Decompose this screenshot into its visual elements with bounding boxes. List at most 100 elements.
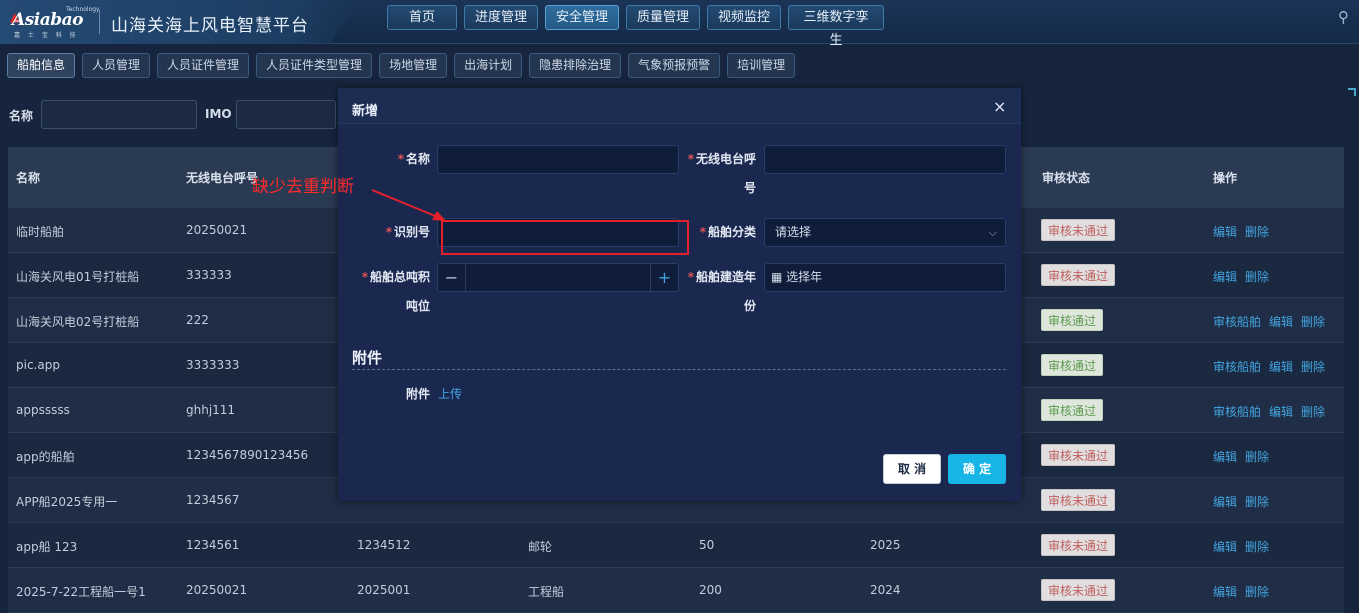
year-placeholder: 选择年 bbox=[786, 270, 823, 284]
plus-icon[interactable]: + bbox=[650, 264, 678, 291]
row-action-link[interactable]: 审核船舶 bbox=[1213, 403, 1261, 420]
app-title: 山海关海上风电智慧平台 bbox=[111, 16, 309, 36]
logo-brand-text: Asiabao bbox=[12, 10, 83, 30]
subnav-certificate-types[interactable]: 人员证件类型管理 bbox=[256, 53, 373, 78]
table-cell: 山海关风电02号打桩船 bbox=[16, 315, 140, 329]
subnav-sites[interactable]: 场地管理 bbox=[379, 53, 448, 78]
row-action-link[interactable]: 删除 bbox=[1245, 223, 1269, 240]
logo-sub-text: 嘉 士 宝 科 技 bbox=[14, 32, 79, 39]
row-action-link[interactable]: 编辑 bbox=[1213, 493, 1237, 510]
subnav-certificates[interactable]: 人员证件管理 bbox=[157, 53, 250, 78]
logo-divider bbox=[99, 10, 100, 34]
year-label: * 船舶建造年 bbox=[687, 270, 756, 284]
table-cell: 2024 bbox=[870, 583, 901, 597]
table-cell: 3333333 bbox=[186, 358, 240, 372]
name-label: * 名称 bbox=[397, 152, 430, 166]
nav-progress[interactable]: 进度管理 bbox=[464, 5, 538, 30]
search-imo-input[interactable] bbox=[236, 100, 336, 129]
row-actions: 编辑 删除 bbox=[1213, 268, 1269, 285]
row-action-link[interactable]: 编辑 bbox=[1269, 358, 1293, 375]
build-year-picker[interactable]: ▦ 选择年 bbox=[764, 263, 1006, 292]
row-action-link[interactable]: 审核船舶 bbox=[1213, 358, 1261, 375]
status-badge: 审核未通过 bbox=[1041, 264, 1116, 286]
minus-icon[interactable]: − bbox=[438, 264, 466, 291]
row-action-link[interactable]: 编辑 bbox=[1269, 403, 1293, 420]
dialog-header: 新增 × bbox=[338, 88, 1021, 124]
table-cell: app的船舶 bbox=[16, 450, 75, 464]
subnav-hazards[interactable]: 隐患排除治理 bbox=[529, 53, 622, 78]
table-cell: pic.app bbox=[16, 358, 60, 372]
table-cell: 2025 bbox=[870, 538, 901, 552]
row-action-link[interactable]: 删除 bbox=[1301, 403, 1325, 420]
subnav-weather[interactable]: 气象预报预警 bbox=[628, 53, 721, 78]
callsign-input[interactable] bbox=[764, 145, 1006, 174]
ship-class-select[interactable]: 请选择 ⌵ bbox=[764, 218, 1006, 247]
table-cell: 1234567890123456 bbox=[186, 448, 309, 462]
search-name-input[interactable] bbox=[41, 100, 197, 129]
row-actions: 编辑 删除 bbox=[1213, 223, 1269, 240]
nav-safety[interactable]: 安全管理 bbox=[545, 5, 619, 30]
table-row: app船 123 1234561 1234512 邮轮 50 2025 审核未通过 编辑 删除 bbox=[8, 523, 1344, 568]
row-actions: 审核船舶 编辑 删除 bbox=[1213, 313, 1325, 330]
sub-nav: 船舶信息 人员管理 人员证件管理 人员证件类型管理 场地管理 出海计划 隐患排除… bbox=[7, 53, 796, 78]
col-status: 审核状态 bbox=[1042, 171, 1091, 185]
nav-digital-twin[interactable]: 三维数字孪生 bbox=[788, 5, 884, 48]
status-badge: 审核未通过 bbox=[1041, 579, 1116, 601]
col-actions: 操作 bbox=[1213, 171, 1238, 185]
row-actions: 编辑 删除 bbox=[1213, 448, 1269, 465]
row-action-link[interactable]: 删除 bbox=[1301, 358, 1325, 375]
id-label: * 识别号 bbox=[385, 225, 430, 239]
nav-quality[interactable]: 质量管理 bbox=[626, 5, 700, 30]
nav-video[interactable]: 视频监控 bbox=[707, 5, 781, 30]
row-actions: 审核船舶 编辑 删除 bbox=[1213, 403, 1325, 420]
tonnage-stepper[interactable]: − + bbox=[437, 263, 679, 292]
row-action-link[interactable]: 编辑 bbox=[1269, 313, 1293, 330]
row-actions: 编辑 删除 bbox=[1213, 538, 1269, 555]
subnav-training[interactable]: 培训管理 bbox=[727, 53, 796, 78]
year-label-wrap: 份 bbox=[743, 299, 756, 313]
row-action-link[interactable]: 删除 bbox=[1245, 583, 1269, 600]
col-name: 名称 bbox=[16, 171, 41, 185]
table-cell: 1234561 bbox=[186, 538, 240, 552]
row-action-link[interactable]: 编辑 bbox=[1213, 223, 1237, 240]
user-icon[interactable]: ⚲ bbox=[1338, 8, 1354, 28]
row-action-link[interactable]: 编辑 bbox=[1213, 268, 1237, 285]
attachment-label: 附件 bbox=[405, 387, 430, 401]
row-action-link[interactable]: 审核船舶 bbox=[1213, 313, 1261, 330]
row-action-link[interactable]: 删除 bbox=[1245, 493, 1269, 510]
row-action-link[interactable]: 编辑 bbox=[1213, 538, 1237, 555]
annotation-box bbox=[441, 220, 689, 255]
search-imo-label: IMO bbox=[205, 107, 232, 121]
row-action-link[interactable]: 编辑 bbox=[1213, 448, 1237, 465]
row-action-link[interactable]: 删除 bbox=[1245, 538, 1269, 555]
upload-link[interactable]: 上传 bbox=[438, 380, 478, 409]
table-cell: 山海关风电01号打桩船 bbox=[16, 270, 140, 284]
row-action-link[interactable]: 删除 bbox=[1245, 448, 1269, 465]
table-cell: 2025001 bbox=[357, 583, 411, 597]
row-action-link[interactable]: 删除 bbox=[1301, 313, 1325, 330]
close-icon[interactable]: × bbox=[993, 97, 1006, 116]
attachment-section-title: 附件 bbox=[352, 349, 383, 367]
nav-home[interactable]: 首页 bbox=[387, 5, 457, 30]
cancel-button[interactable]: 取 消 bbox=[883, 454, 941, 484]
confirm-button[interactable]: 确 定 bbox=[948, 454, 1006, 484]
corner-decoration bbox=[1348, 88, 1356, 96]
subnav-personnel[interactable]: 人员管理 bbox=[82, 53, 151, 78]
search-name-label: 名称 bbox=[9, 109, 34, 123]
status-badge: 审核未通过 bbox=[1041, 444, 1116, 466]
status-badge: 审核通过 bbox=[1041, 309, 1104, 331]
subnav-sea-plan[interactable]: 出海计划 bbox=[454, 53, 523, 78]
subnav-ship-info[interactable]: 船舶信息 bbox=[7, 53, 76, 78]
col-callsign: 无线电台呼号 bbox=[186, 171, 259, 185]
row-actions: 编辑 删除 bbox=[1213, 583, 1269, 600]
section-divider bbox=[352, 369, 1006, 370]
calendar-icon: ▦ bbox=[771, 270, 783, 284]
row-action-link[interactable]: 编辑 bbox=[1213, 583, 1237, 600]
table-cell: APP船2025专用一 bbox=[16, 495, 118, 509]
status-badge: 审核通过 bbox=[1041, 354, 1104, 376]
table-cell: 邮轮 bbox=[528, 540, 553, 554]
status-badge: 审核未通过 bbox=[1041, 219, 1116, 241]
name-input[interactable] bbox=[437, 145, 679, 174]
row-actions: 审核船舶 编辑 删除 bbox=[1213, 358, 1325, 375]
row-action-link[interactable]: 删除 bbox=[1245, 268, 1269, 285]
